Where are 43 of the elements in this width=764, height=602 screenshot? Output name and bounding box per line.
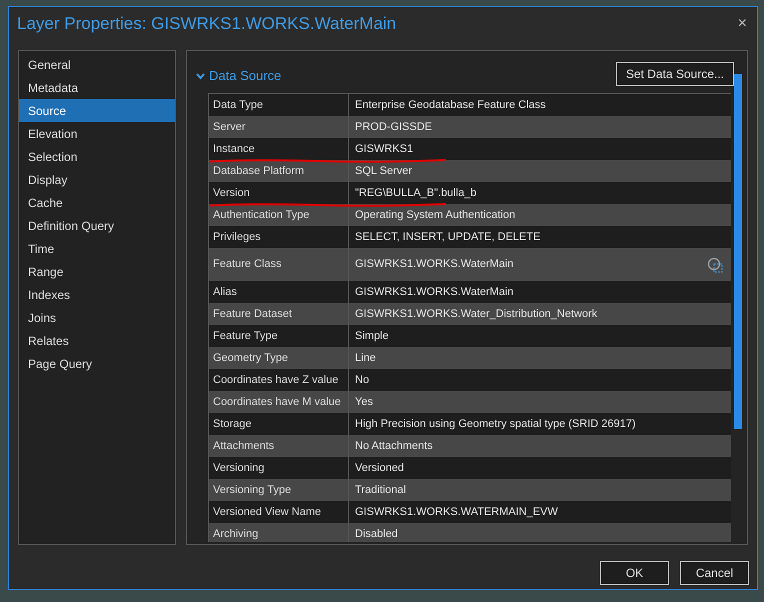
- property-value-cell-text: GISWRKS1: [355, 142, 414, 157]
- sidebar-tab[interactable]: Time: [19, 237, 175, 260]
- property-value-cell-text: Operating System Authentication: [355, 208, 516, 223]
- select-feature-class-icon[interactable]: [707, 256, 723, 272]
- sidebar-tab[interactable]: Elevation: [19, 122, 175, 145]
- close-button[interactable]: ×: [738, 16, 747, 32]
- property-value-cell-text: Versioned: [355, 460, 404, 476]
- property-value-cell-text: No Attachments: [355, 438, 433, 454]
- property-value-cell-text: "REG\BULLA_B".bulla_b: [355, 186, 477, 201]
- set-data-source-button[interactable]: Set Data Source...: [616, 62, 734, 86]
- property-value-cell-text: GISWRKS1.WORKS.Water_Distribution_Network: [355, 306, 598, 322]
- property-value-cell-text: Yes: [355, 394, 373, 410]
- property-value-cell-text: High Precision using Geometry spatial type (SRID 26917): [355, 416, 636, 432]
- property-value-cell-text: GISWRKS1.WORKS.WATERMAIN_EVW: [355, 504, 558, 520]
- cancel-button[interactable]: Cancel: [680, 561, 749, 585]
- property-value-cell-text: GISWRKS1.WORKS.WaterMain: [355, 284, 514, 300]
- sidebar-tab[interactable]: General: [19, 53, 175, 76]
- sidebar-tab[interactable]: Source: [19, 99, 175, 122]
- property-value-cell-text: No: [355, 372, 370, 388]
- ok-button[interactable]: OK: [600, 561, 669, 585]
- property-value-cell-text: Disabled: [355, 526, 398, 542]
- property-value-cell-text: Enterprise Geodatabase Feature Class: [355, 98, 546, 113]
- property-value-cell-text: Simple: [355, 328, 389, 344]
- property-value-cell-text: PROD-GISSDE: [355, 120, 432, 135]
- property-value-cell-text: SELECT, INSERT, UPDATE, DELETE: [355, 230, 540, 245]
- property-value-cell-text: Traditional: [355, 482, 406, 498]
- sidebar-tab[interactable]: Cache: [19, 191, 175, 214]
- chevron-down-icon: [196, 72, 205, 80]
- window-title: Layer Properties: GISWRKS1.WORKS.WaterMain: [17, 13, 396, 36]
- property-name-cell: Archiving: [209, 523, 349, 542]
- sidebar-tab[interactable]: Relates: [19, 329, 175, 352]
- property-value-cell-text: Line: [355, 350, 376, 366]
- property-value-cell-text: SQL Server: [355, 164, 412, 179]
- sidebar-tab[interactable]: Selection: [19, 145, 175, 168]
- sidebar-tab[interactable]: Joins: [19, 306, 175, 329]
- section-header[interactable]: Data Source: [196, 66, 282, 86]
- sidebar-tab[interactable]: Range: [19, 260, 175, 283]
- sidebar-tab[interactable]: Metadata: [19, 76, 175, 99]
- sidebar-tab[interactable]: Display: [19, 168, 175, 191]
- sidebar-tab[interactable]: Page Query: [19, 352, 175, 375]
- property-value-cell-text: GISWRKS1.WORKS.WaterMain: [355, 257, 514, 272]
- sidebar-tab[interactable]: Definition Query: [19, 214, 175, 237]
- sidebar-tab[interactable]: Indexes: [19, 283, 175, 306]
